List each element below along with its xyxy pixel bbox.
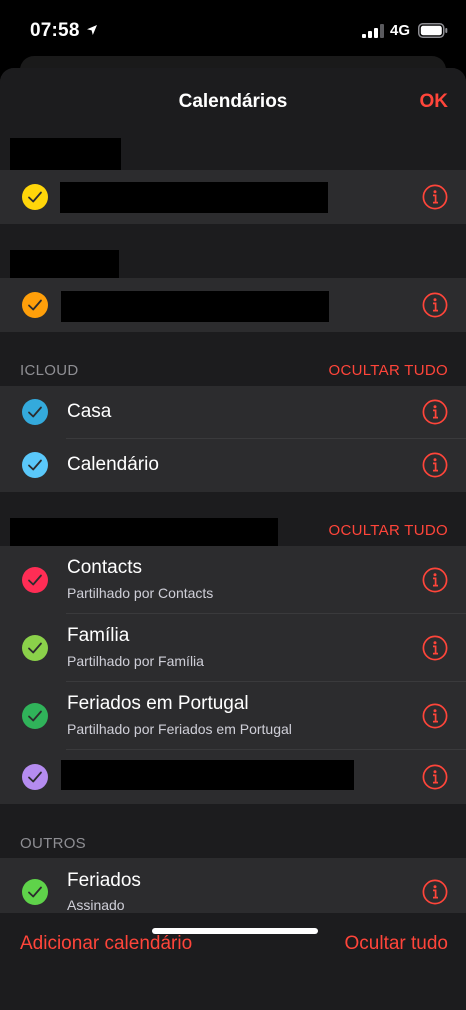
add-calendar-button[interactable]: Adicionar calendário <box>20 933 192 955</box>
calendar-row[interactable]: Casa <box>0 386 466 439</box>
calendars-sheet: Calendários OK ICLOUD OCULTAR TUDO Casa … <box>0 68 466 1010</box>
checkmark-icon[interactable] <box>22 879 48 905</box>
redacted-label <box>10 518 278 548</box>
battery-icon <box>418 23 448 38</box>
calendar-title: Contacts <box>67 557 142 578</box>
calendar-row[interactable] <box>0 750 466 804</box>
redacted-title <box>61 760 354 790</box>
status-time: 07:58 <box>30 20 80 41</box>
checkmark-icon[interactable] <box>22 452 48 478</box>
redacted-label <box>10 138 121 170</box>
checkmark-icon[interactable] <box>22 184 48 210</box>
navigation-bar: Calendários OK <box>0 68 466 136</box>
calendar-subtitle: Partilhado por Família <box>67 653 204 669</box>
calendar-subtitle: Partilhado por Contacts <box>67 585 214 601</box>
location-arrow-icon <box>87 25 97 35</box>
checkmark-icon[interactable] <box>22 764 48 790</box>
calendar-title: Feriados em Portugal <box>67 693 249 714</box>
info-icon[interactable] <box>422 184 448 210</box>
section-header-outros: OUTROS <box>0 804 466 858</box>
calendar-row[interactable] <box>0 170 466 224</box>
section-header-icloud: ICLOUD OCULTAR TUDO <box>0 332 466 386</box>
checkmark-icon[interactable] <box>22 703 48 729</box>
checkmark-icon[interactable] <box>22 635 48 661</box>
calendar-row[interactable]: Calendário <box>0 439 466 492</box>
info-icon[interactable] <box>422 567 448 593</box>
page-title: Calendários <box>178 91 288 112</box>
calendar-row[interactable]: Família Partilhado por Família <box>0 614 466 682</box>
ok-button[interactable]: OK <box>420 91 449 113</box>
checkmark-icon[interactable] <box>22 399 48 425</box>
section-header <box>0 136 466 170</box>
info-icon[interactable] <box>422 764 448 790</box>
checkmark-icon[interactable] <box>22 567 48 593</box>
calendar-title: Feriados <box>67 870 141 891</box>
info-icon[interactable] <box>422 703 448 729</box>
checkmark-icon[interactable] <box>22 292 48 318</box>
calendar-subtitle: Partilhado por Feriados em Portugal <box>67 721 292 737</box>
calendar-title: Família <box>67 625 130 646</box>
hide-all-section-button[interactable]: OCULTAR TUDO <box>329 522 448 539</box>
info-icon[interactable] <box>422 879 448 905</box>
section-header: OCULTAR TUDO <box>0 492 466 548</box>
redacted-title <box>61 291 329 322</box>
info-icon[interactable] <box>422 292 448 318</box>
cellular-signal-icon <box>362 24 384 38</box>
section-header <box>0 224 466 282</box>
calendar-subtitle: Assinado <box>67 897 125 913</box>
section-label: OUTROS <box>20 835 86 852</box>
bottom-toolbar: Adicionar calendário Ocultar tudo <box>0 912 466 1010</box>
hide-all-button[interactable]: Ocultar tudo <box>345 933 449 955</box>
section-label: ICLOUD <box>20 362 79 379</box>
calendar-row[interactable] <box>0 278 466 332</box>
network-type: 4G <box>390 22 411 39</box>
info-icon[interactable] <box>422 399 448 425</box>
status-bar: 07:58 4G <box>0 0 466 60</box>
hide-all-section-button[interactable]: OCULTAR TUDO <box>329 362 448 379</box>
info-icon[interactable] <box>422 635 448 661</box>
info-icon[interactable] <box>422 452 448 478</box>
home-indicator <box>152 928 318 934</box>
calendar-title: Casa <box>67 401 112 422</box>
calendar-row[interactable]: Feriados em Portugal Partilhado por Feri… <box>0 682 466 750</box>
calendar-title: Calendário <box>67 454 159 475</box>
redacted-title <box>60 182 328 213</box>
calendar-row[interactable]: Contacts Partilhado por Contacts <box>0 546 466 614</box>
